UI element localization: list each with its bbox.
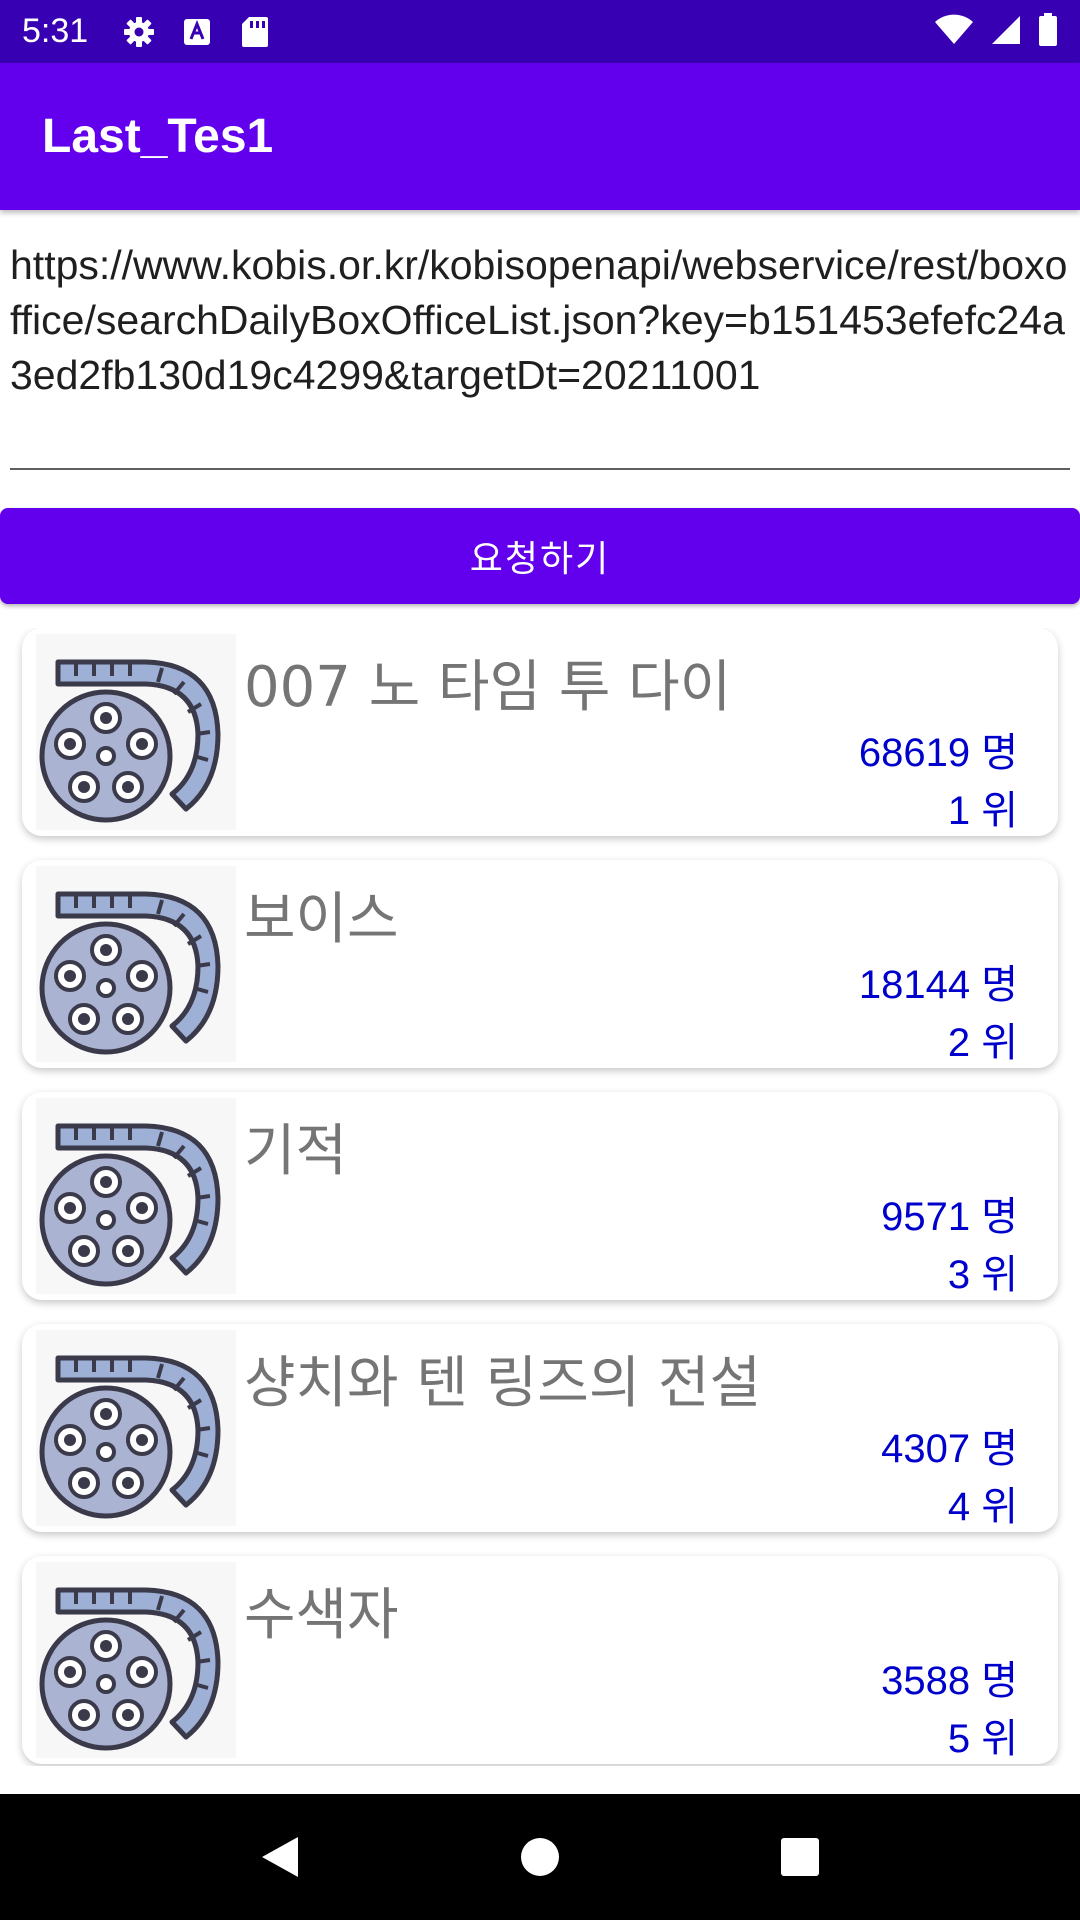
status-time: 5:31	[22, 12, 89, 50]
movie-list[interactable]: 007 노 타임 투 다이 68619 명 1 위 보이스 18144 명 2 …	[0, 628, 1080, 1766]
movie-audience-count: 68619 명	[858, 731, 1018, 775]
movie-audience-count: 9571 명	[881, 1195, 1018, 1239]
recents-icon[interactable]	[770, 1827, 830, 1887]
back-icon[interactable]	[250, 1827, 310, 1887]
movie-card[interactable]: 보이스 18144 명 2 위	[22, 860, 1058, 1068]
movie-title: 샹치와 텐 링즈의 전설	[244, 1351, 762, 1416]
movie-card[interactable]: 007 노 타임 투 다이 68619 명 1 위	[22, 628, 1058, 836]
movie-rank: 1 위	[947, 789, 1018, 833]
home-icon[interactable]	[510, 1827, 570, 1887]
url-input[interactable]: https://www.kobis.or.kr/kobisopenapi/web…	[10, 238, 1070, 470]
signal-icon	[990, 14, 1022, 50]
a-text-icon	[180, 15, 214, 49]
app-bar: Last_Tes1	[0, 63, 1080, 210]
request-button[interactable]: 요청하기	[0, 508, 1080, 604]
url-input-text[interactable]: https://www.kobis.or.kr/kobisopenapi/web…	[10, 238, 1070, 403]
sd-card-icon	[238, 15, 272, 49]
film-reel-icon	[36, 634, 236, 830]
movie-title: 보이스	[244, 887, 399, 952]
movie-card[interactable]: 샹치와 텐 링즈의 전설 4307 명 4 위	[22, 1324, 1058, 1532]
film-reel-icon	[36, 1562, 236, 1758]
film-reel-icon	[36, 866, 236, 1062]
movie-audience-count: 3588 명	[881, 1659, 1018, 1703]
movie-rank: 5 위	[947, 1717, 1018, 1761]
film-reel-icon	[36, 1330, 236, 1526]
movie-rank: 2 위	[947, 1021, 1018, 1065]
status-bar: 5:31	[0, 0, 1080, 63]
wifi-icon	[934, 14, 974, 50]
navigation-bar	[0, 1794, 1080, 1920]
movie-rank: 4 위	[947, 1485, 1018, 1529]
battery-icon	[1038, 12, 1058, 51]
screen: 5:31 Last_Tes1 https://www.kobis.or.kr/k…	[0, 0, 1080, 1920]
movie-card[interactable]: 수색자 3588 명 5 위	[22, 1556, 1058, 1764]
status-right-icons	[934, 12, 1058, 51]
movie-title: 수색자	[244, 1583, 399, 1648]
movie-card[interactable]: 기적 9571 명 3 위	[22, 1092, 1058, 1300]
movie-title: 007 노 타임 투 다이	[244, 655, 732, 720]
app-title: Last_Tes1	[42, 110, 274, 163]
movie-audience-count: 4307 명	[881, 1427, 1018, 1471]
movie-rank: 3 위	[947, 1253, 1018, 1297]
film-reel-icon	[36, 1098, 236, 1294]
movie-audience-count: 18144 명	[858, 963, 1018, 1007]
movie-title: 기적	[244, 1119, 348, 1184]
gear-icon	[122, 15, 156, 49]
